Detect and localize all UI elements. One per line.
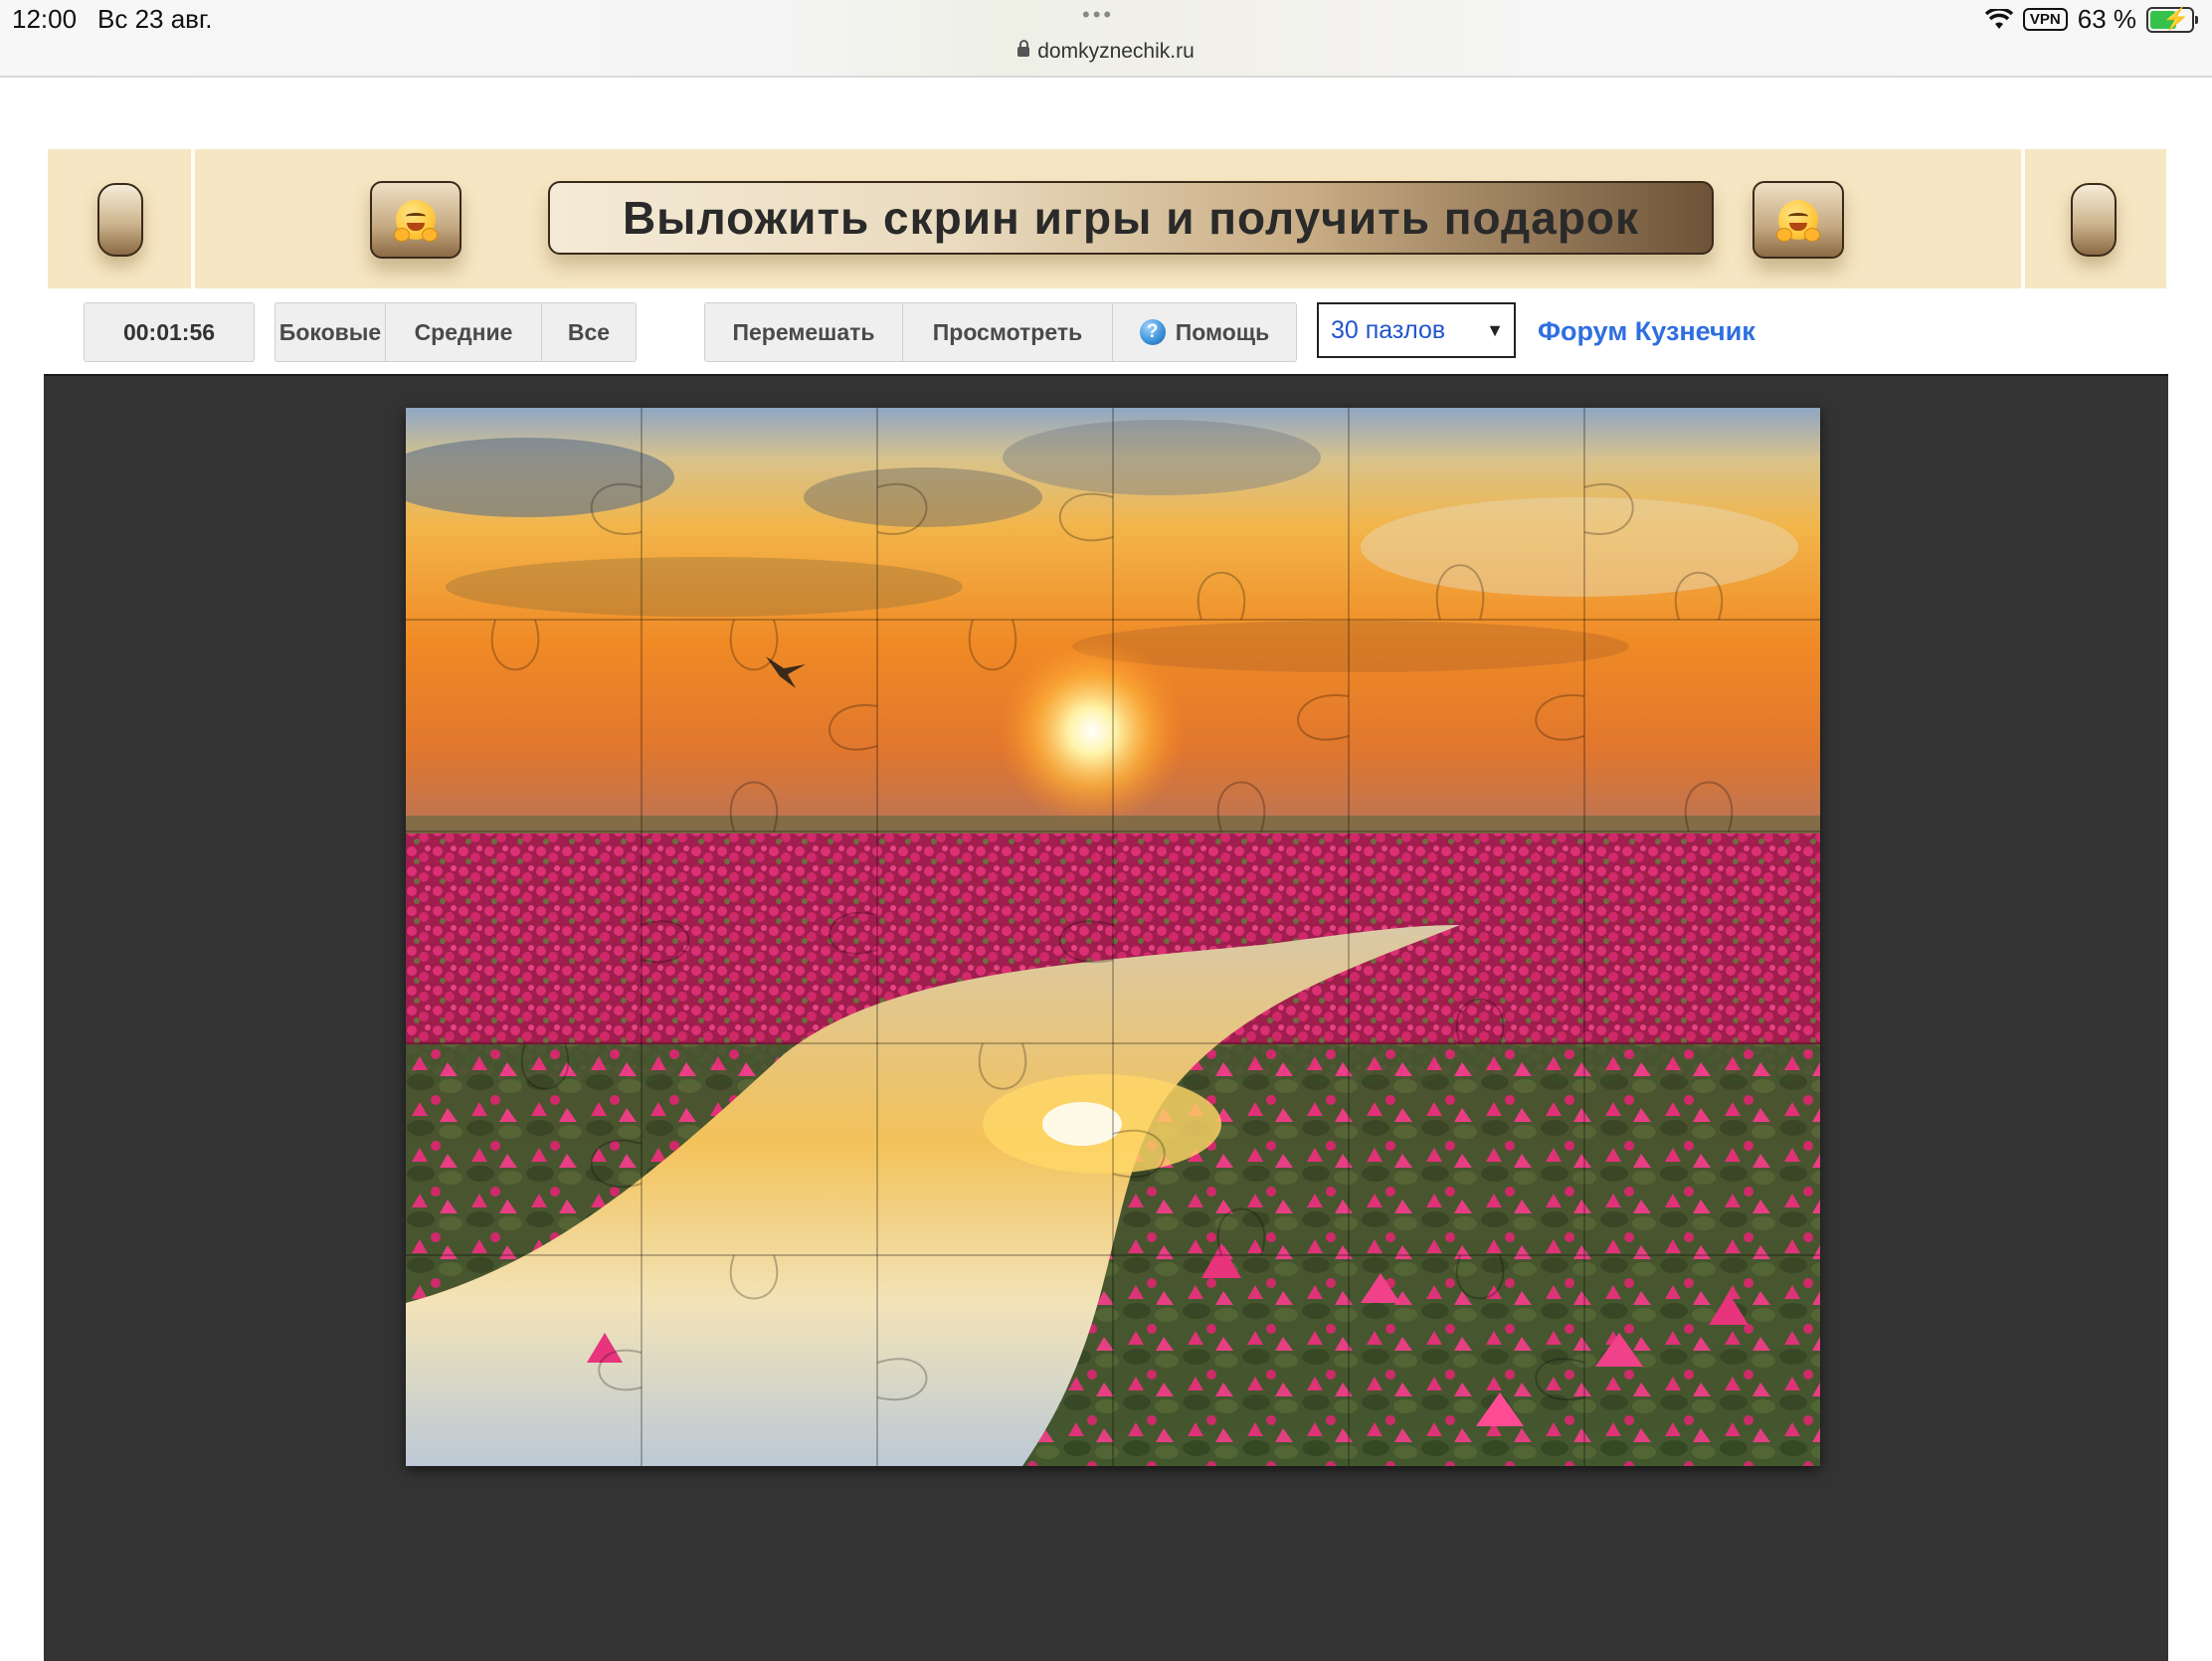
puzzle-actions-group: Перемешать Просмотреть ? Помощь (704, 302, 1297, 362)
more-dots-icon[interactable]: ••• (1082, 2, 1114, 28)
wifi-icon (1984, 8, 2013, 29)
battery-icon: ⚡ (2146, 6, 2198, 33)
help-label: Помощь (1175, 318, 1270, 345)
timer-display: 00:01:56 (84, 302, 255, 362)
banner-decoration-right (2071, 183, 2117, 257)
puzzle-stage (44, 374, 2168, 1661)
assembled-puzzle[interactable] (406, 408, 1820, 1466)
hugging-face-button-left[interactable] (370, 181, 461, 259)
battery-percent: 63 % (2077, 4, 2136, 34)
status-date: Вс 23 авг. (97, 4, 213, 34)
help-button[interactable]: ? Помощь (1113, 303, 1296, 361)
puzzle-image (406, 408, 1820, 1466)
preview-button[interactable]: Просмотреть (903, 303, 1113, 361)
url-text: domkyznechik.ru (1037, 40, 1195, 63)
dropdown-arrow-icon: ▼ (1486, 320, 1504, 340)
filter-all-button[interactable]: Все (542, 303, 636, 361)
hugging-face-icon (394, 200, 438, 242)
promo-banner: Выложить скрин игры и получить подарок (48, 149, 2166, 288)
status-indicators: VPN 63 % ⚡ (1984, 4, 2198, 35)
piece-filter-group: Боковые Средние Все (275, 302, 637, 362)
piece-count-select[interactable]: 30 пазлов ▼ (1317, 302, 1516, 358)
banner-divider (2021, 149, 2025, 288)
forum-link[interactable]: Форум Кузнечик (1538, 316, 1755, 347)
hugging-face-icon (1776, 200, 1820, 242)
address-bar[interactable]: domkyznechik.ru (0, 40, 2212, 64)
banner-decoration-left (97, 183, 143, 257)
puzzle-toolbar: 00:01:56 Боковые Средние Все Перемешать … (0, 298, 2212, 368)
shuffle-button[interactable]: Перемешать (705, 303, 903, 361)
piece-count-value: 30 пазлов (1331, 315, 1446, 344)
filter-middle-button[interactable]: Средние (386, 303, 542, 361)
hugging-face-button-right[interactable] (1752, 181, 1844, 259)
share-screenshot-button[interactable]: Выложить скрин игры и получить подарок (548, 181, 1714, 255)
ios-status-bar: 12:00 Вс 23 авг. ••• domkyznechik.ru VPN… (0, 0, 2212, 78)
lock-icon (1017, 40, 1030, 57)
status-time: 12:00 (12, 4, 78, 34)
filter-edges-button[interactable]: Боковые (276, 303, 386, 361)
help-icon: ? (1139, 319, 1166, 345)
banner-divider (191, 149, 195, 288)
vpn-badge: VPN (2022, 8, 2068, 31)
